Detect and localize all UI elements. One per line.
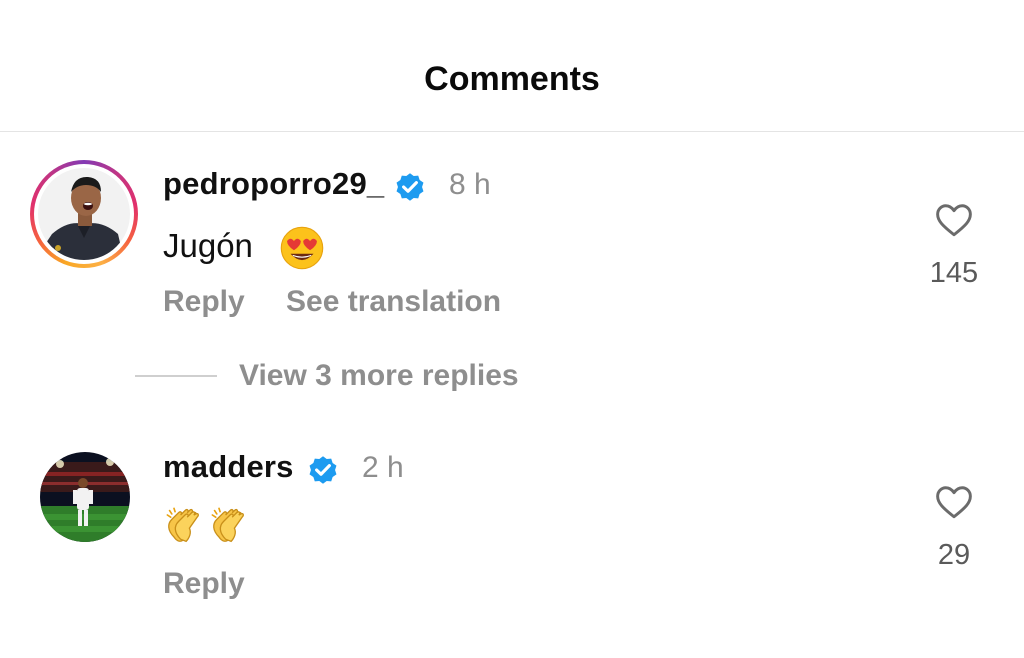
comment-timestamp: 2 h [362,451,404,484]
verified-badge-icon [396,173,424,201]
see-translation-button[interactable]: See translation [286,285,501,319]
reply-button[interactable]: Reply [163,567,245,601]
clapping-hands-icon [211,507,244,543]
comment-username[interactable]: madders [163,449,294,485]
comments-header: Comments [0,0,1024,132]
avatar [38,168,130,260]
replies-divider-line [135,375,217,377]
comment-item: pedroporro29_ 8 h Jugón Reply See transl… [0,133,1024,433]
heart-icon[interactable] [934,484,974,520]
like-count: 29 [937,539,971,571]
reply-button[interactable]: Reply [163,285,245,319]
comment-timestamp: 8 h [449,168,491,201]
heart-icon[interactable] [934,202,974,238]
page-title: Comments [424,60,600,98]
view-more-replies-label: View 3 more replies [239,359,519,392]
avatar[interactable] [40,452,130,542]
comment-username[interactable]: pedroporro29_ [163,166,384,202]
view-more-replies-button[interactable]: View 3 more replies [135,356,519,396]
heart-eyes-emoji-icon [280,226,324,270]
clapping-hands-icon [166,507,199,543]
avatar-story-ring[interactable] [30,160,138,268]
comment-text: Jugón [163,227,253,264]
comment-item: madders 2 h Reply 29 [0,434,1024,658]
like-count: 145 [929,257,979,289]
verified-badge-icon [309,456,337,484]
